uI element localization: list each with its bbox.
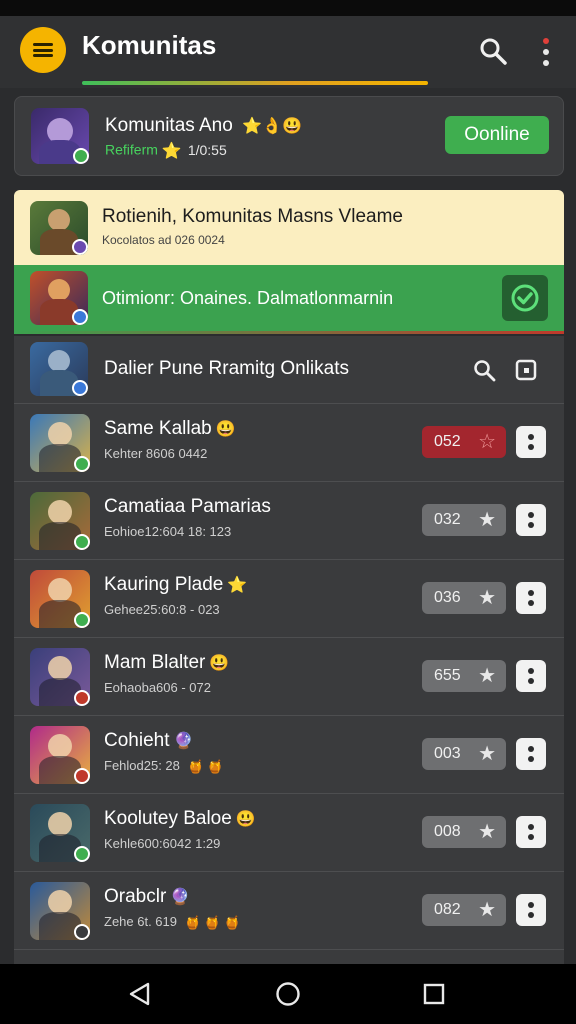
star-icon: ★ (478, 899, 496, 921)
game-name: Koolutey Baloe 😃 (104, 808, 256, 829)
rating-button[interactable]: 082 ★ (422, 894, 506, 926)
game-name: Orabclr 🔮 (104, 886, 191, 907)
item-menu-button[interactable] (516, 738, 546, 770)
game-badge-icon (74, 690, 90, 706)
game-name: Same Kallab 😃 (104, 418, 236, 439)
game-meta: Kehle600:6042 1:29 (104, 836, 221, 851)
list-item[interactable]: Cohieht 🔮 Fehlod25: 28 🍯 🍯 003 ★ (14, 716, 564, 794)
game-name: Camatiaa Pamarias (104, 496, 271, 517)
item-menu-button[interactable] (516, 894, 546, 926)
online-button[interactable]: Oonline (445, 116, 549, 154)
game-list: Dalier Pune Rramitg Onlikats Same Kallab… (14, 336, 564, 966)
game-badge-icon (74, 534, 90, 550)
star-icon: ★ (478, 587, 496, 609)
divider (14, 949, 564, 950)
item-menu-button[interactable] (516, 426, 546, 458)
game-name: Kauring Plade ⭐ (104, 574, 248, 595)
app-bar: Komunitas (0, 16, 576, 88)
list-item[interactable]: Same Kallab 😃 Kehter 8606 0442 052 ☆ (14, 404, 564, 482)
game-thumbnail (30, 570, 90, 628)
featured-title: Rotienih, Komunitas Masns Vleame (102, 206, 403, 227)
star-icon: ★ (478, 665, 496, 687)
game-badge-icon (74, 612, 90, 628)
menu-button[interactable] (20, 27, 66, 73)
banner-text: Otimionr: Onaines. Dalmatlonmarnin (102, 288, 394, 308)
list-item[interactable]: Kauring Plade ⭐ Gehee25:60:8 - 023 036 ★ (14, 560, 564, 638)
featured-thumbnail (30, 201, 88, 255)
game-meta: Kehter 8606 0442 (104, 446, 208, 461)
item-menu-button[interactable] (516, 816, 546, 848)
game-badge-icon (74, 924, 90, 940)
banner-divider (14, 331, 564, 334)
filter-icon[interactable] (514, 358, 538, 382)
profile-name: Komunitas Ano ⭐👌😃 (105, 115, 302, 136)
back-icon[interactable] (126, 980, 154, 1008)
list-header-thumbnail (30, 342, 88, 396)
banner-thumbnail (30, 271, 88, 325)
promo-banner[interactable]: Otimionr: Onaines. Dalmatlonmarnin (14, 265, 564, 333)
star-icon: ★ (478, 743, 496, 765)
list-item[interactable]: Koolutey Baloe 😃 Kehle600:6042 1:29 008 ★ (14, 794, 564, 872)
game-name: Cohieht 🔮 (104, 730, 194, 751)
system-nav-bar (0, 964, 576, 1024)
game-badge-icon (74, 846, 90, 862)
title-underline (82, 81, 428, 85)
game-name: Mam Blalter 😃 (104, 652, 230, 673)
featured-card[interactable]: Rotienih, Komunitas Masns Vleame Kocolat… (14, 190, 564, 266)
list-item[interactable]: Orabclr 🔮 Zehe 6t. 619 🍯 🍯 🍯 082 ★ (14, 872, 564, 950)
profile-status: Refiferm ⭐ 1/0:55 (105, 141, 227, 160)
star-icon: ★ (478, 509, 496, 531)
star-icon: ☆ (478, 431, 496, 453)
rating-button[interactable]: 052 ☆ (422, 426, 506, 458)
more-options-icon[interactable] (534, 36, 558, 68)
rating-button[interactable]: 655 ★ (422, 660, 506, 692)
status-bar (0, 0, 576, 16)
page-title: Komunitas (82, 30, 217, 60)
star-icon: ★ (478, 821, 496, 843)
home-icon[interactable] (274, 980, 302, 1008)
online-badge-icon (73, 148, 89, 164)
check-circle-icon (511, 284, 539, 312)
list-item[interactable]: Camatiaa Pamarias Eohioe12:604 18: 123 03… (14, 482, 564, 560)
game-thumbnail (30, 492, 90, 550)
list-header: Dalier Pune Rramitg Onlikats (14, 336, 564, 404)
profile-card[interactable]: Komunitas Ano ⭐👌😃 Refiferm ⭐ 1/0:55 Oonlin… (14, 96, 564, 176)
list-item[interactable]: Mam Blalter 😃 Eohaoba606 - 072 655 ★ (14, 638, 564, 716)
game-meta: Eohioe12:604 18: 123 (104, 524, 232, 539)
game-meta: Zehe 6t. 619 🍯 🍯 🍯 (104, 914, 241, 930)
list-header-title: Dalier Pune Rramitg Onlikats (104, 358, 349, 379)
game-thumbnail (30, 882, 90, 940)
confirm-button[interactable] (502, 275, 548, 321)
rating-button[interactable]: 032 ★ (422, 504, 506, 536)
rating-button[interactable]: 036 ★ (422, 582, 506, 614)
search-icon[interactable] (472, 358, 496, 382)
hamburger-icon (33, 43, 53, 57)
item-menu-button[interactable] (516, 504, 546, 536)
game-badge-icon (74, 456, 90, 472)
profile-avatar (31, 108, 89, 164)
game-meta: Gehee25:60:8 - 023 (104, 602, 220, 617)
search-icon[interactable] (478, 36, 508, 66)
game-thumbnail (30, 726, 90, 784)
game-meta: Eohaoba606 - 072 (104, 680, 211, 695)
game-thumbnail (30, 414, 90, 472)
rating-button[interactable]: 008 ★ (422, 816, 506, 848)
rating-button[interactable]: 003 ★ (422, 738, 506, 770)
game-meta: Fehlod25: 28 🍯 🍯 (104, 758, 224, 774)
game-badge-icon (74, 768, 90, 784)
featured-meta: Kocolatos ad 026 0024 (102, 233, 225, 247)
recents-icon[interactable] (420, 980, 448, 1008)
game-thumbnail (30, 648, 90, 706)
item-menu-button[interactable] (516, 660, 546, 692)
game-thumbnail (30, 804, 90, 862)
item-menu-button[interactable] (516, 582, 546, 614)
